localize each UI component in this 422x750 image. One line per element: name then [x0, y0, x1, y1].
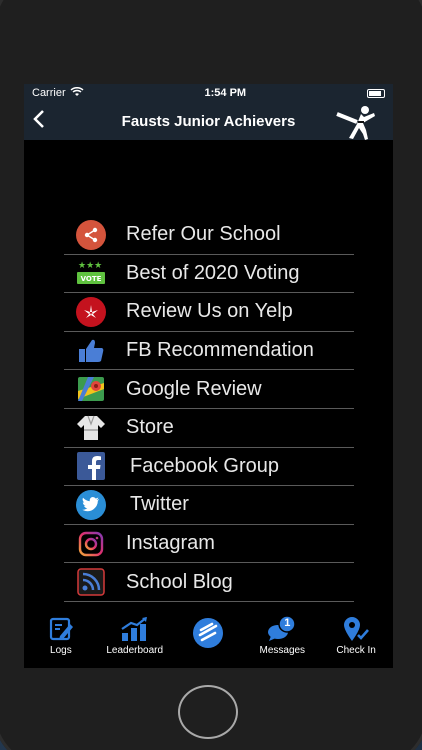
svg-text:★★★: ★★★: [78, 261, 102, 271]
menu-item-label: School Blog: [126, 570, 233, 593]
leaderboard-icon: [120, 616, 150, 642]
menu-item-label: Refer Our School: [126, 223, 281, 246]
menu-item-label: Google Review: [126, 377, 262, 400]
check-in-icon: [342, 616, 370, 642]
rss-icon: [76, 568, 106, 596]
content-area: Refer Our School ★★★ VOTE Best of 2020 V…: [24, 140, 393, 608]
svg-text:VOTE: VOTE: [81, 275, 102, 283]
tab-label: Messages: [259, 645, 306, 656]
twitter-icon: [76, 489, 106, 520]
menu-item-label: Store: [126, 416, 174, 439]
menu-item-label: Best of 2020 Voting: [126, 261, 300, 284]
menu-item-label: Twitter: [130, 493, 189, 516]
thumbs-up-icon: [76, 337, 106, 365]
karate-kick-logo-icon: [335, 104, 379, 142]
instagram-icon: [76, 530, 106, 558]
tab-leaderboard[interactable]: Leaderboard: [100, 616, 170, 656]
tab-menu[interactable]: [173, 616, 243, 653]
menu-item-label: FB Recommendation: [126, 339, 314, 362]
menu-item-twitter[interactable]: Twitter: [64, 486, 354, 525]
menu-item-school-blog[interactable]: School Blog: [64, 563, 354, 602]
home-button[interactable]: [178, 685, 238, 739]
wifi-icon: [70, 86, 84, 100]
menu-item-fb-recommendation[interactable]: FB Recommendation: [64, 332, 354, 371]
menu-item-facebook-group[interactable]: Facebook Group: [64, 448, 354, 487]
navigation-bar: Fausts Junior Achievers: [24, 102, 393, 140]
tab-bar: Logs Leaderboard 1 Messages Check In: [24, 608, 393, 668]
logs-icon: [48, 616, 74, 642]
yelp-icon: [76, 296, 106, 327]
page-title: Fausts Junior Achievers: [121, 112, 296, 130]
menu-item-store[interactable]: Store: [64, 409, 354, 448]
tab-check-in[interactable]: Check In: [321, 616, 391, 656]
menu-item-refer[interactable]: Refer Our School: [64, 216, 354, 255]
link-menu: Refer Our School ★★★ VOTE Best of 2020 V…: [64, 216, 354, 602]
time-label: 1:54 PM: [204, 87, 247, 99]
menu-item-instagram[interactable]: Instagram: [64, 525, 354, 564]
menu-item-yelp[interactable]: Review Us on Yelp: [64, 293, 354, 332]
menu-icon: [192, 616, 224, 650]
carrier-label: Carrier: [32, 87, 66, 99]
uniform-icon: [76, 414, 106, 442]
menu-item-vote[interactable]: ★★★ VOTE Best of 2020 Voting: [64, 255, 354, 294]
facebook-icon: [76, 452, 106, 481]
app-screen: Carrier 1:54 PM Fausts Junior Achievers: [24, 84, 393, 668]
tab-logs[interactable]: Logs: [26, 616, 96, 656]
messages-icon: 1: [267, 616, 297, 642]
battery-icon: [366, 88, 385, 98]
tab-label: Leaderboard: [106, 645, 164, 656]
tab-label: Check In: [336, 645, 376, 656]
menu-item-label: Review Us on Yelp: [126, 300, 293, 323]
share-icon: [76, 219, 106, 250]
menu-item-label: Facebook Group: [130, 454, 279, 477]
tab-label: Logs: [50, 645, 72, 656]
messages-badge: 1: [284, 617, 291, 629]
menu-item-google-review[interactable]: Google Review: [64, 370, 354, 409]
vote-icon: ★★★ VOTE: [76, 259, 106, 287]
back-chevron-icon[interactable]: [32, 109, 46, 133]
google-maps-icon: [76, 375, 106, 403]
tab-messages[interactable]: 1 Messages: [247, 616, 317, 656]
status-bar: Carrier 1:54 PM: [24, 84, 393, 102]
menu-item-label: Instagram: [126, 532, 215, 555]
